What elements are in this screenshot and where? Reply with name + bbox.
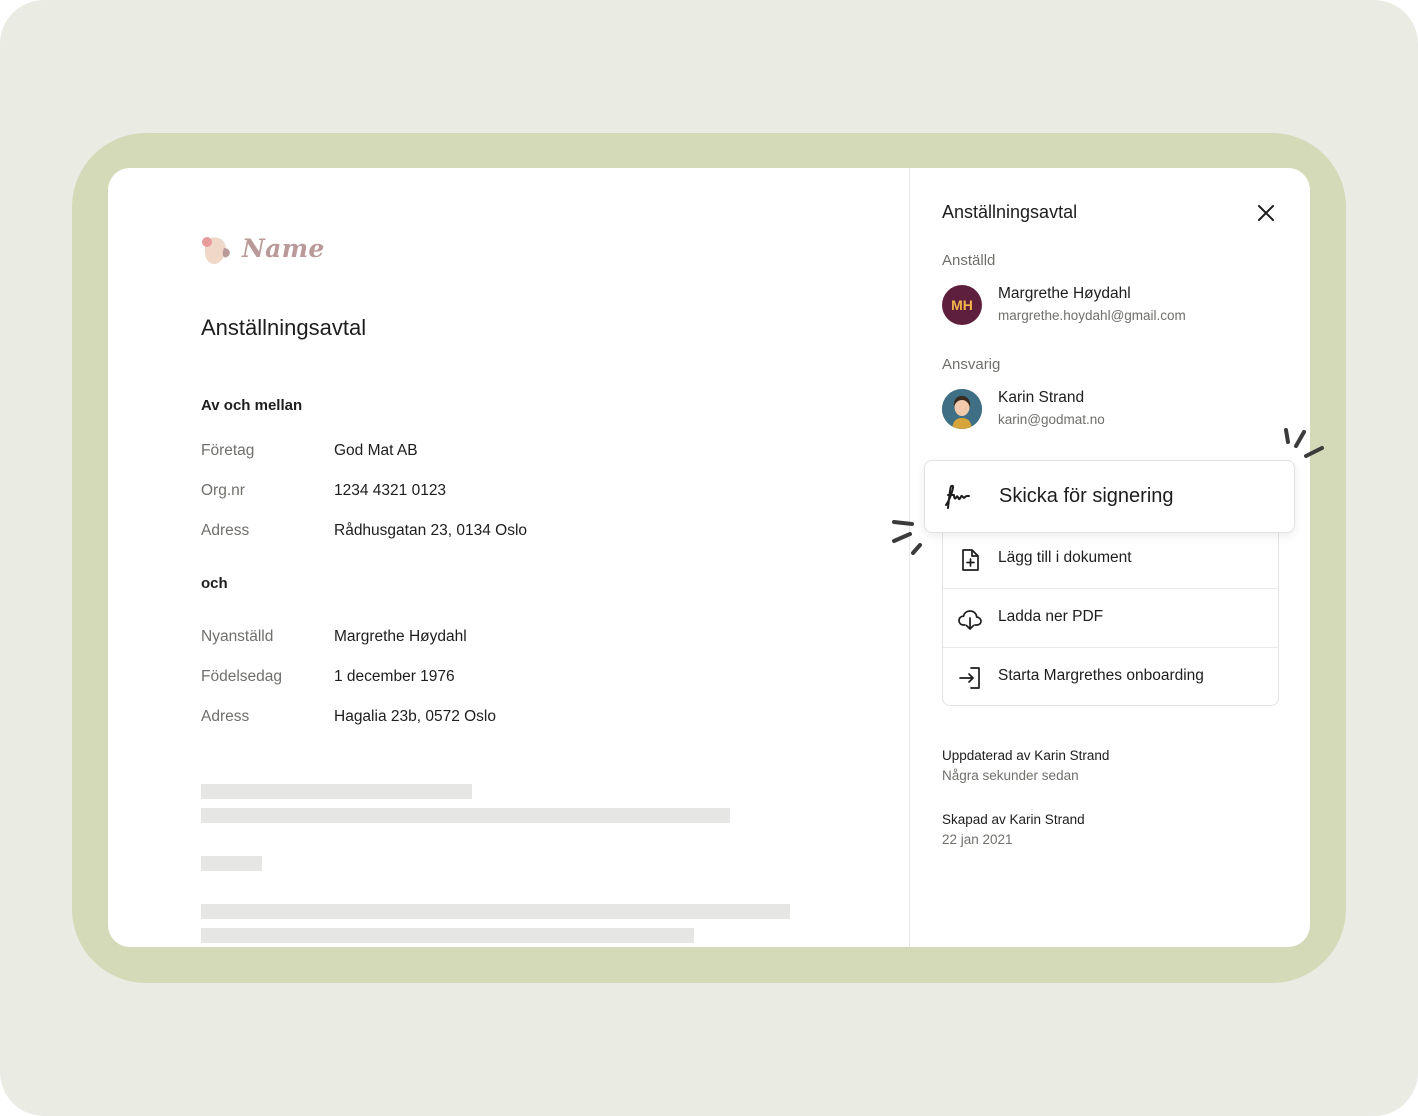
file-plus-icon (962, 549, 979, 571)
text-placeholder (201, 808, 730, 823)
updated-by: Uppdaterad av Karin Strand (942, 748, 1110, 763)
row-key: Födelsedag (201, 668, 283, 685)
start-onboarding-button[interactable]: Starta Margrethes onboarding (943, 647, 1278, 705)
updated-when: Några sekunder sedan (942, 768, 1079, 783)
close-button[interactable] (1255, 202, 1277, 224)
action-label: Starta Margrethes onboarding (998, 667, 1204, 684)
signature-icon (945, 484, 970, 509)
text-placeholder (201, 904, 790, 919)
cloud-download-icon (958, 610, 982, 630)
emphasis-strokes-icon (1284, 428, 1324, 458)
row-key: Företag (201, 442, 255, 459)
employee-email: margrethe.hoydahl@gmail.com (998, 308, 1186, 323)
details-panel: Anställningsavtal Anställd MH Margrethe … (910, 168, 1310, 947)
action-label: Ladda ner PDF (998, 608, 1104, 625)
avatar (942, 389, 982, 429)
company-row: Org.nr 1234 4321 0123 (201, 482, 801, 504)
updated-info: Uppdaterad av Karin Strand Några sekunde… (942, 748, 1109, 783)
row-value: Rådhusgatan 23, 0134 Oslo (334, 522, 528, 539)
created-by: Skapad av Karin Strand (942, 812, 1085, 827)
avatar: MH (942, 285, 982, 325)
user-photo-icon (942, 389, 982, 429)
panel-title: Anställningsavtal (942, 202, 1078, 222)
employee-card[interactable]: MH Margrethe Høydahl margrethe.hoydahl@g… (942, 285, 1282, 329)
row-key: Nyanställd (201, 628, 274, 645)
employee-row: Adress Hagalia 23b, 0572 Oslo (201, 708, 801, 730)
emphasis-strokes-icon (892, 520, 922, 555)
document-preview: Name Anställningsavtal Av och mellan För… (108, 168, 909, 947)
employee-name: Margrethe Høydahl (998, 285, 1131, 302)
section-between-heading: Av och mellan (201, 397, 303, 414)
row-value: 1234 4321 0123 (334, 482, 447, 499)
company-row: Företag God Mat AB (201, 442, 801, 464)
actions-list: Lägg till i dokument Ladda ner PDF Start… (942, 530, 1279, 706)
send-for-signing-button[interactable]: Skicka för signering (924, 460, 1295, 533)
responsible-email: karin@godmat.no (998, 412, 1105, 427)
responsible-card[interactable]: Karin Strand karin@godmat.no (942, 389, 1282, 433)
employee-row: Födelsedag 1 december 1976 (201, 668, 801, 690)
app-window: Name Anställningsavtal Av och mellan För… (108, 168, 1310, 947)
company-row: Adress Rådhusgatan 23, 0134 Oslo (201, 522, 801, 544)
text-placeholder (201, 856, 262, 871)
section-and-heading: och (201, 575, 228, 592)
action-label: Lägg till i dokument (998, 549, 1132, 566)
document-title: Anställningsavtal (201, 315, 367, 340)
employee-row: Nyanställd Margrethe Høydahl (201, 628, 801, 650)
text-placeholder (201, 784, 472, 799)
company-logo: Name (200, 232, 330, 272)
logo-text: Name (242, 234, 325, 263)
row-value: God Mat AB (334, 442, 418, 459)
row-value: 1 december 1976 (334, 668, 455, 685)
login-arrow-icon (959, 667, 980, 689)
download-pdf-button[interactable]: Ladda ner PDF (943, 588, 1278, 646)
close-icon (1258, 205, 1274, 221)
responsible-label: Ansvarig (942, 356, 1001, 373)
add-to-document-button[interactable]: Lägg till i dokument (943, 530, 1278, 588)
row-value: Hagalia 23b, 0572 Oslo (334, 708, 497, 725)
row-value: Margrethe Høydahl (334, 628, 467, 645)
row-key: Adress (201, 708, 250, 725)
row-key: Org.nr (201, 482, 245, 499)
row-key: Adress (201, 522, 250, 539)
employee-label: Anställd (942, 252, 996, 269)
responsible-name: Karin Strand (998, 389, 1085, 406)
send-for-signing-label: Skicka för signering (999, 485, 1174, 507)
created-info: Skapad av Karin Strand 22 jan 2021 (942, 812, 1085, 847)
logo-mark-icon (202, 237, 230, 265)
text-placeholder (201, 928, 694, 943)
created-when: 22 jan 2021 (942, 832, 1013, 847)
